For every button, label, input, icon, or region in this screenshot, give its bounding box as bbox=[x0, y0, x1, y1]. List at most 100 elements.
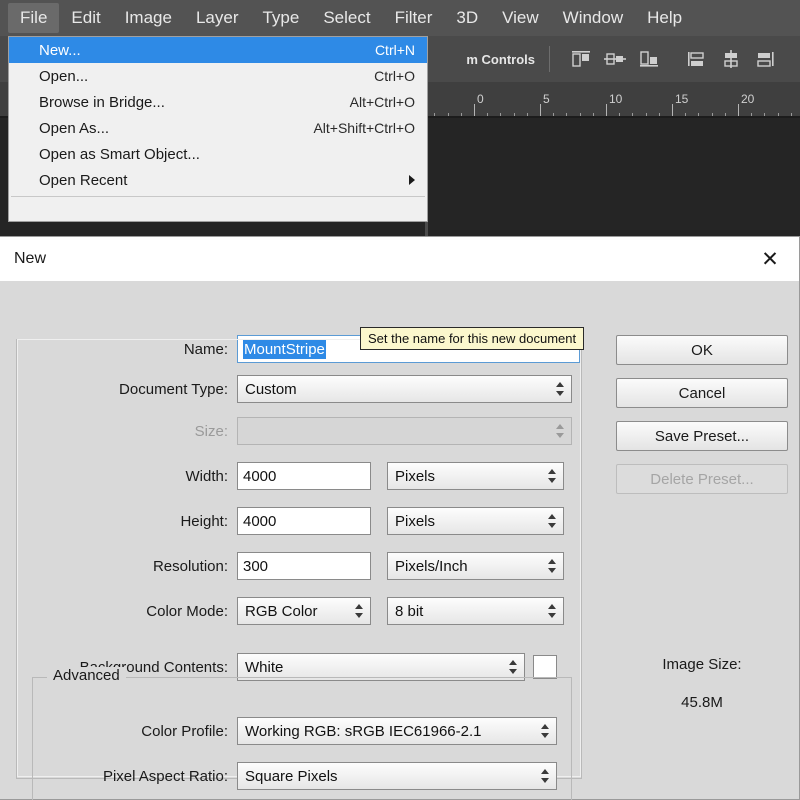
ruler-tick-label: 10 bbox=[609, 92, 623, 106]
pixel-aspect-ratio-select[interactable]: Square Pixels bbox=[237, 762, 557, 790]
color-mode-row: Color Mode: RGB Color 8 bit bbox=[0, 597, 590, 625]
chevron-updown-icon bbox=[556, 423, 565, 439]
menu-item-browse-in-bridge[interactable]: Browse in Bridge... Alt+Ctrl+O bbox=[9, 89, 427, 115]
pixel-aspect-ratio-row: Pixel Aspect Ratio: Square Pixels bbox=[0, 762, 590, 790]
color-mode-value: RGB Color bbox=[245, 602, 318, 620]
color-depth-select[interactable]: 8 bit bbox=[387, 597, 564, 625]
dialog-form-column: Name: MountStripe Document Type: Custom … bbox=[0, 281, 598, 800]
menu-image[interactable]: Image bbox=[113, 3, 184, 33]
menu-item-open-as-smart-object[interactable]: Open as Smart Object... bbox=[9, 141, 427, 167]
menu-item-open-as-smart-object-label: Open as Smart Object... bbox=[39, 145, 200, 163]
width-unit-select[interactable]: Pixels bbox=[387, 462, 564, 490]
menu-view[interactable]: View bbox=[490, 3, 551, 33]
height-value: 4000 bbox=[243, 512, 277, 530]
save-preset-button[interactable]: Save Preset... bbox=[616, 421, 788, 451]
dialog-title: New bbox=[14, 250, 47, 267]
menu-3d[interactable]: 3D bbox=[444, 3, 490, 33]
dialog-button-column: OK Cancel Save Preset... Delete Preset..… bbox=[606, 281, 800, 800]
color-profile-row: Color Profile: Working RGB: sRGB IEC6196… bbox=[0, 717, 590, 745]
document-type-value: Custom bbox=[245, 380, 297, 398]
close-icon[interactable]: ✕ bbox=[755, 244, 785, 274]
menu-divider bbox=[11, 196, 425, 197]
align-vertical-centers-icon[interactable] bbox=[598, 45, 632, 73]
size-row: Size: bbox=[0, 417, 590, 445]
delete-preset-button: Delete Preset... bbox=[616, 464, 788, 494]
height-label: Height: bbox=[180, 512, 228, 530]
cancel-button[interactable]: Cancel bbox=[616, 378, 788, 408]
new-document-dialog: New ✕ Name: MountStripe Document Type: C… bbox=[0, 236, 800, 800]
menu-item-open-recent-label: Open Recent bbox=[39, 171, 128, 189]
menu-item-new-label: New... bbox=[39, 41, 81, 59]
height-unit-select[interactable]: Pixels bbox=[387, 507, 564, 535]
menu-item-open-as-shortcut: Alt+Shift+Ctrl+O bbox=[313, 120, 415, 136]
width-row: Width: 4000 Pixels bbox=[0, 462, 590, 490]
menu-window[interactable]: Window bbox=[551, 3, 635, 33]
menu-type[interactable]: Type bbox=[250, 3, 311, 33]
show-transform-controls-label: m Controls bbox=[466, 51, 535, 67]
submenu-arrow-icon bbox=[409, 175, 415, 185]
advanced-legend: Advanced bbox=[47, 667, 126, 684]
width-unit-value: Pixels bbox=[395, 467, 436, 485]
menu-window-label: Window bbox=[562, 8, 624, 27]
ruler-tick-label: 0 bbox=[477, 92, 484, 106]
menu-bar: File Edit Image Layer Type Select Filter… bbox=[0, 0, 800, 36]
ruler-tick-label: 20 bbox=[741, 92, 755, 106]
width-input[interactable]: 4000 bbox=[237, 462, 371, 490]
height-input[interactable]: 4000 bbox=[237, 507, 371, 535]
menu-edit[interactable]: Edit bbox=[59, 3, 112, 33]
menu-item-open[interactable]: Open... Ctrl+O bbox=[9, 63, 427, 89]
color-profile-value: Working RGB: sRGB IEC61966-2.1 bbox=[245, 722, 482, 740]
image-size-value: 45.8M bbox=[681, 694, 723, 711]
options-separator bbox=[549, 46, 550, 72]
color-depth-value: 8 bit bbox=[395, 602, 424, 620]
ruler-tick-label: 5 bbox=[543, 92, 550, 106]
menu-item-open-as[interactable]: Open As... Alt+Shift+Ctrl+O bbox=[9, 115, 427, 141]
distribute-left-edges-icon[interactable] bbox=[680, 45, 714, 73]
file-menu-dropdown: New... Ctrl+N Open... Ctrl+O Browse in B… bbox=[8, 36, 428, 222]
align-bottom-edges-icon[interactable] bbox=[632, 45, 666, 73]
width-value: 4000 bbox=[243, 467, 277, 485]
menu-item-open-recent[interactable]: Open Recent bbox=[9, 167, 427, 193]
menu-item-new[interactable]: New... Ctrl+N bbox=[9, 37, 427, 63]
pixel-aspect-ratio-label: Pixel Aspect Ratio: bbox=[102, 767, 228, 785]
ok-button[interactable]: OK bbox=[616, 335, 788, 365]
width-label: Width: bbox=[185, 467, 228, 485]
menu-layer-label: Layer bbox=[195, 8, 239, 27]
menu-image-label: Image bbox=[124, 8, 172, 27]
menu-item-open-shortcut: Ctrl+O bbox=[374, 68, 415, 84]
menu-select-label: Select bbox=[323, 8, 371, 27]
menu-layer[interactable]: Layer bbox=[184, 3, 251, 33]
resolution-unit-select[interactable]: Pixels/Inch bbox=[387, 552, 564, 580]
document-type-select[interactable]: Custom bbox=[237, 375, 572, 403]
color-profile-select[interactable]: Working RGB: sRGB IEC61966-2.1 bbox=[237, 717, 557, 745]
menu-file-label: File bbox=[20, 8, 48, 27]
resolution-value: 300 bbox=[243, 557, 269, 575]
menu-help[interactable]: Help bbox=[635, 3, 694, 33]
background-contents-value: White bbox=[245, 658, 284, 676]
menu-select[interactable]: Select bbox=[311, 3, 382, 33]
menu-item-open-as-label: Open As... bbox=[39, 119, 110, 137]
resolution-row: Resolution: 300 Pixels/Inch bbox=[0, 552, 590, 580]
resolution-input[interactable]: 300 bbox=[237, 552, 371, 580]
menu-item-new-shortcut: Ctrl+N bbox=[374, 42, 415, 58]
menu-item-open-label: Open... bbox=[39, 67, 89, 85]
distribute-vertical-centers-icon[interactable] bbox=[714, 45, 748, 73]
dialog-body: Name: MountStripe Document Type: Custom … bbox=[0, 281, 799, 800]
dialog-title-bar: New ✕ bbox=[0, 237, 799, 281]
menu-file[interactable]: File bbox=[8, 3, 60, 33]
chevron-updown-icon bbox=[556, 381, 565, 397]
pixel-aspect-ratio-value: Square Pixels bbox=[245, 767, 338, 785]
background-color-swatch[interactable] bbox=[533, 655, 557, 679]
ruler-tick-label: 15 bbox=[675, 92, 689, 106]
height-row: Height: 4000 Pixels bbox=[0, 507, 590, 535]
color-mode-select[interactable]: RGB Color bbox=[237, 597, 371, 625]
document-type-row: Document Type: Custom bbox=[0, 375, 590, 403]
name-field-tooltip: Set the name for this new document bbox=[360, 327, 585, 350]
menu-filter[interactable]: Filter bbox=[383, 3, 445, 33]
alignment-icon-group bbox=[564, 45, 782, 73]
chevron-updown-icon bbox=[509, 659, 518, 675]
size-select bbox=[237, 417, 572, 445]
align-top-edges-icon[interactable] bbox=[564, 45, 598, 73]
distribute-bottom-edges-icon[interactable] bbox=[748, 45, 782, 73]
chevron-updown-icon bbox=[548, 468, 557, 484]
